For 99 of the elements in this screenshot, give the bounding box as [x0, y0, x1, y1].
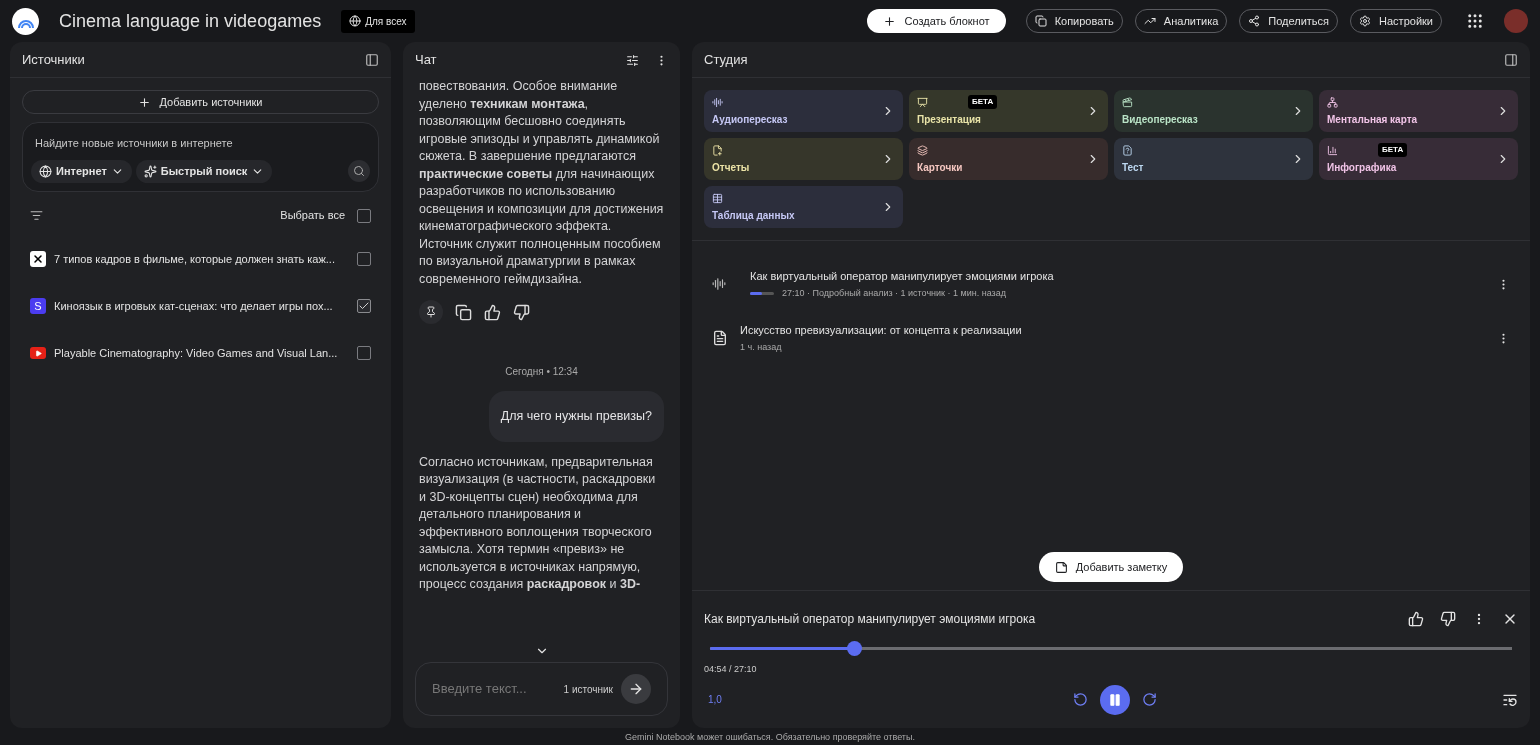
message-date: Сегодня • 12:34 — [504, 365, 579, 379]
filter-icon[interactable] — [30, 209, 43, 222]
collapse-panel-icon[interactable] — [365, 52, 379, 67]
rewind-icon[interactable] — [1073, 692, 1088, 707]
tile-label: Карточки — [917, 161, 963, 175]
tile-label: Аудиопересказ — [712, 113, 788, 127]
chat-input[interactable]: Введите текст... 1 источник — [415, 662, 668, 716]
search-field[interactable]: Найдите новые источники в интернете — [31, 131, 370, 156]
checkbox[interactable] — [357, 299, 371, 313]
select-all-label: Выбрать все — [280, 208, 345, 224]
tile-label: Презентация — [917, 113, 981, 127]
disclaimer-text: Gemini Notebook может ошибаться. Обязательно проверяйте ответы. — [624, 731, 916, 744]
tile-label: Ментальная карта — [1327, 113, 1418, 127]
arrow-right-icon — [628, 681, 644, 697]
note-icon — [1054, 560, 1068, 574]
studio-tile[interactable]: Карточки — [909, 138, 1108, 180]
nodes-icon — [1327, 96, 1338, 108]
thumbs-down-icon[interactable] — [1440, 611, 1456, 627]
time-readout: 04:54 / 27:10 — [704, 663, 758, 676]
sparkle-icon — [143, 164, 157, 178]
checkbox[interactable] — [357, 252, 371, 266]
speed-button[interactable]: 1,0 — [708, 692, 728, 707]
panel-title: Чат — [415, 51, 437, 70]
bar-chart-icon — [1327, 144, 1338, 156]
studio-tile[interactable]: Отчеты — [704, 138, 903, 180]
checkbox[interactable] — [357, 208, 371, 223]
source-title[interactable]: 7 типов кадров в фильме, которые должен знать каж... — [54, 250, 349, 268]
tile-label: Отчеты — [712, 161, 750, 175]
answer-text: повествования. Особое внимание уделено техникам монтажа, позволяющим бесшовно соединять игровые эпизоды и управлять динамикой сюжета. В завершение предлагаются практические советы для начинающих разработчиков по использованию освещения и композиции для достижения кинематографического эффекта. Источник служит полноценным пособием по визуальной драматургии в рамках современного геймдизайна. — [419, 78, 664, 288]
note-title[interactable]: Искусство превизуализации: от концепта к реализации — [740, 322, 1022, 339]
user-message: Для чего нужны превизы? — [488, 391, 664, 442]
note-meta: 27:10 · Подробный анализ · 1 источник · 1 мин. назад — [782, 286, 1006, 300]
video-icon — [1122, 96, 1133, 108]
beta-badge: БЕТА — [1378, 143, 1408, 157]
answer-text: Согласно источникам, предварительная визуализация (в частности, раскадровки и 3D-концепты сцен) необходима для детального планирования и эффективного воплощения творческого замысла. Хотя термин «превиз» не используется в источниках напрямую, процесс создания раскадровок и 3D- — [419, 453, 657, 594]
question-document-icon — [1122, 144, 1133, 156]
scope-dropdown[interactable]: Интернет — [31, 159, 132, 183]
trend-up-icon — [1143, 15, 1156, 27]
add-note-button[interactable]: Добавить заметку — [1038, 552, 1184, 582]
audio-wave-icon — [712, 96, 723, 108]
collapse-panel-icon[interactable] — [1504, 52, 1518, 67]
note-meta: 1 ч. назад — [740, 340, 782, 354]
plus-icon — [138, 95, 152, 109]
play-pause-button[interactable] — [1100, 684, 1130, 715]
audio-wave-icon — [712, 277, 726, 291]
source-letter-icon: S — [30, 298, 46, 314]
seek-thumb[interactable] — [847, 641, 863, 656]
tile-label: Таблица данных — [712, 209, 795, 223]
plus-icon — [883, 14, 897, 28]
copy-icon — [1034, 15, 1047, 27]
pause-icon — [1108, 692, 1122, 707]
source-title[interactable]: Playable Cinematography: Video Games and Visual Lan... — [54, 344, 349, 362]
tile-label: Инфографика — [1327, 161, 1397, 175]
globe-icon — [349, 15, 362, 27]
thumbs-up-icon[interactable] — [1408, 611, 1424, 627]
visibility-badge[interactable]: Для всех — [341, 9, 415, 33]
rainbow-logo-icon[interactable] — [12, 7, 39, 35]
pin-button[interactable] — [419, 300, 443, 324]
tile-label: Видеопересказ — [1122, 113, 1198, 127]
copy-icon[interactable] — [455, 303, 472, 321]
studio-tile[interactable]: Тест — [1114, 138, 1313, 180]
panel-title: Студия — [704, 50, 748, 69]
thumbs-down-icon[interactable] — [513, 303, 530, 321]
document-plus-icon — [712, 144, 723, 156]
globe-icon — [39, 164, 52, 178]
note-title[interactable]: Как виртуальный оператор манипулирует эмоциями игрока — [750, 268, 1054, 285]
studio-tile[interactable]: Видеопересказ — [1114, 90, 1313, 132]
search-icon — [353, 165, 365, 177]
studio-tile[interactable]: Ментальная карта — [1319, 90, 1518, 132]
settings-sliders-icon[interactable] — [626, 53, 639, 67]
beta-badge: БЕТА — [968, 95, 998, 109]
studio-tile[interactable]: Аудиопересказ — [704, 90, 903, 132]
checkbox[interactable] — [357, 346, 371, 360]
apps-grid-icon[interactable] — [1466, 12, 1484, 30]
send-button[interactable] — [621, 674, 651, 704]
studio-tile[interactable]: БЕТА Инфографика — [1319, 138, 1518, 180]
player-title: Как виртуальный оператор манипулирует эмоциями игрока — [704, 611, 1037, 628]
table-icon — [712, 192, 723, 204]
slides-icon — [917, 96, 928, 108]
settings-icon — [1359, 15, 1372, 27]
input-placeholder: Введите текст... — [432, 680, 528, 699]
studio-tile[interactable]: БЕТА Презентация — [909, 90, 1108, 132]
cards-icon — [917, 144, 928, 156]
tile-label: Тест — [1122, 161, 1144, 175]
pin-icon — [425, 306, 437, 318]
search-button[interactable] — [348, 160, 370, 182]
panel-title: Источники — [22, 50, 85, 69]
scissors-logo-icon — [30, 251, 46, 267]
studio-tile[interactable]: Таблица данных — [704, 186, 903, 228]
source-title[interactable]: Киноязык в игровых кат-сценах: что делает игры пох... — [54, 297, 349, 315]
note-icon — [712, 330, 728, 346]
forward-icon[interactable] — [1142, 692, 1157, 707]
share-icon — [1248, 15, 1261, 27]
notebook-title[interactable]: Cinema language in videogames — [59, 7, 322, 35]
search-mode-dropdown[interactable]: Быстрый поиск — [135, 159, 273, 183]
thumbs-up-icon[interactable] — [484, 303, 501, 321]
play-logo-icon — [30, 347, 46, 359]
source-count: 1 источник — [563, 682, 613, 697]
create-notebook-button[interactable]: Создать блокнот — [867, 9, 1006, 33]
